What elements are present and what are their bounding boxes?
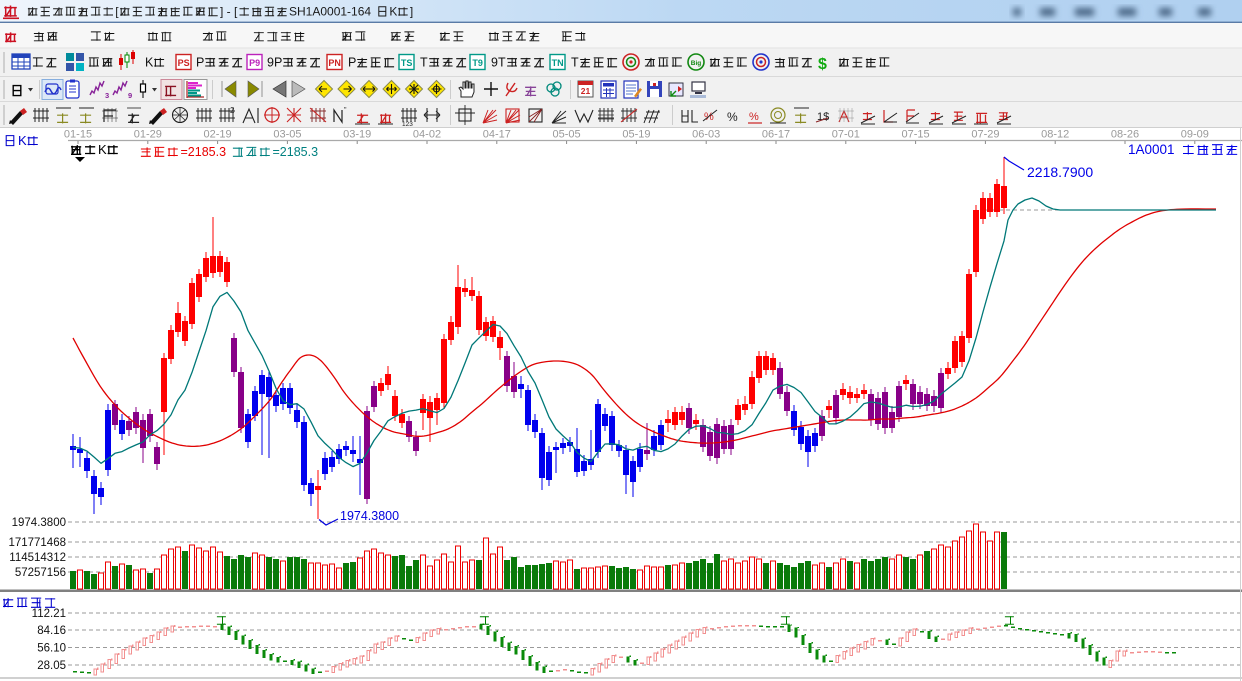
svg-text:]: ] (410, 5, 413, 19)
svg-text:03-05: 03-05 (273, 129, 301, 141)
svg-text:21: 21 (581, 86, 591, 96)
svg-text:%: % (727, 110, 738, 124)
svg-text:04-02: 04-02 (413, 129, 441, 141)
svg-text:123: 123 (402, 121, 413, 128)
svg-text:171771468: 171771468 (8, 537, 66, 549)
svg-text:08-12: 08-12 (1041, 129, 1069, 141)
svg-text:9T: 9T (491, 56, 506, 70)
svg-text:112.21: 112.21 (32, 608, 66, 620)
svg-text:02-19: 02-19 (204, 129, 232, 141)
svg-text:1974.3800: 1974.3800 (12, 517, 66, 529)
svg-text:PN: PN (328, 58, 341, 68)
svg-text:04-17: 04-17 (483, 129, 511, 141)
svg-text:57257156: 57257156 (15, 567, 66, 579)
svg-text:08-26: 08-26 (1111, 129, 1139, 141)
svg-text:%: % (749, 111, 759, 123)
svg-text:SH1A0001-164: SH1A0001-164 (289, 5, 371, 19)
svg-text:K: K (18, 133, 27, 148)
svg-text:T: T (420, 56, 428, 70)
svg-text:TS: TS (401, 58, 413, 68)
svg-text:1A0001: 1A0001 (1128, 142, 1175, 157)
svg-text:2218.7900: 2218.7900 (1027, 164, 1093, 180)
svg-text:K: K (145, 56, 154, 70)
svg-text:1974.3800: 1974.3800 (340, 509, 399, 523)
svg-text:09-09: 09-09 (1181, 129, 1209, 141)
svg-text:84.16: 84.16 (37, 625, 66, 637)
svg-text:%: % (704, 111, 714, 123)
svg-text:TN: TN (552, 58, 564, 68)
svg-text:05-05: 05-05 (553, 129, 581, 141)
svg-text:=2185.3: =2185.3 (181, 145, 227, 159)
svg-text:05-19: 05-19 (622, 129, 650, 141)
svg-text:01-29: 01-29 (134, 129, 162, 141)
svg-text:Big: Big (691, 60, 702, 67)
svg-text:2: 2 (230, 106, 235, 115)
svg-text:] - [: ] - [ (220, 5, 238, 19)
svg-text:K: K (98, 142, 107, 157)
svg-text:07-29: 07-29 (971, 129, 999, 141)
svg-text:9P: 9P (267, 56, 282, 70)
svg-text:01-15: 01-15 (64, 129, 92, 141)
svg-text:P9: P9 (249, 58, 260, 68)
svg-text:56.10: 56.10 (37, 643, 66, 655)
svg-text:07-01: 07-01 (832, 129, 860, 141)
svg-text:P: P (196, 56, 204, 70)
svg-text:K: K (389, 5, 397, 19)
svg-text:06-03: 06-03 (692, 129, 720, 141)
svg-text:114514312: 114514312 (9, 552, 66, 564)
svg-text:PS: PS (178, 58, 190, 68)
svg-text:9: 9 (128, 91, 132, 100)
svg-text:3: 3 (105, 91, 109, 100)
svg-text:28.05: 28.05 (37, 660, 66, 672)
svg-text:T: T (571, 56, 579, 70)
svg-text:P: P (348, 56, 356, 70)
svg-text:07-15: 07-15 (902, 129, 930, 141)
svg-text:=2185.3: =2185.3 (273, 145, 319, 159)
svg-text:T9: T9 (472, 58, 483, 68)
svg-text:06-17: 06-17 (762, 129, 790, 141)
svg-text:$: $ (818, 56, 827, 73)
svg-text:03-19: 03-19 (343, 129, 371, 141)
